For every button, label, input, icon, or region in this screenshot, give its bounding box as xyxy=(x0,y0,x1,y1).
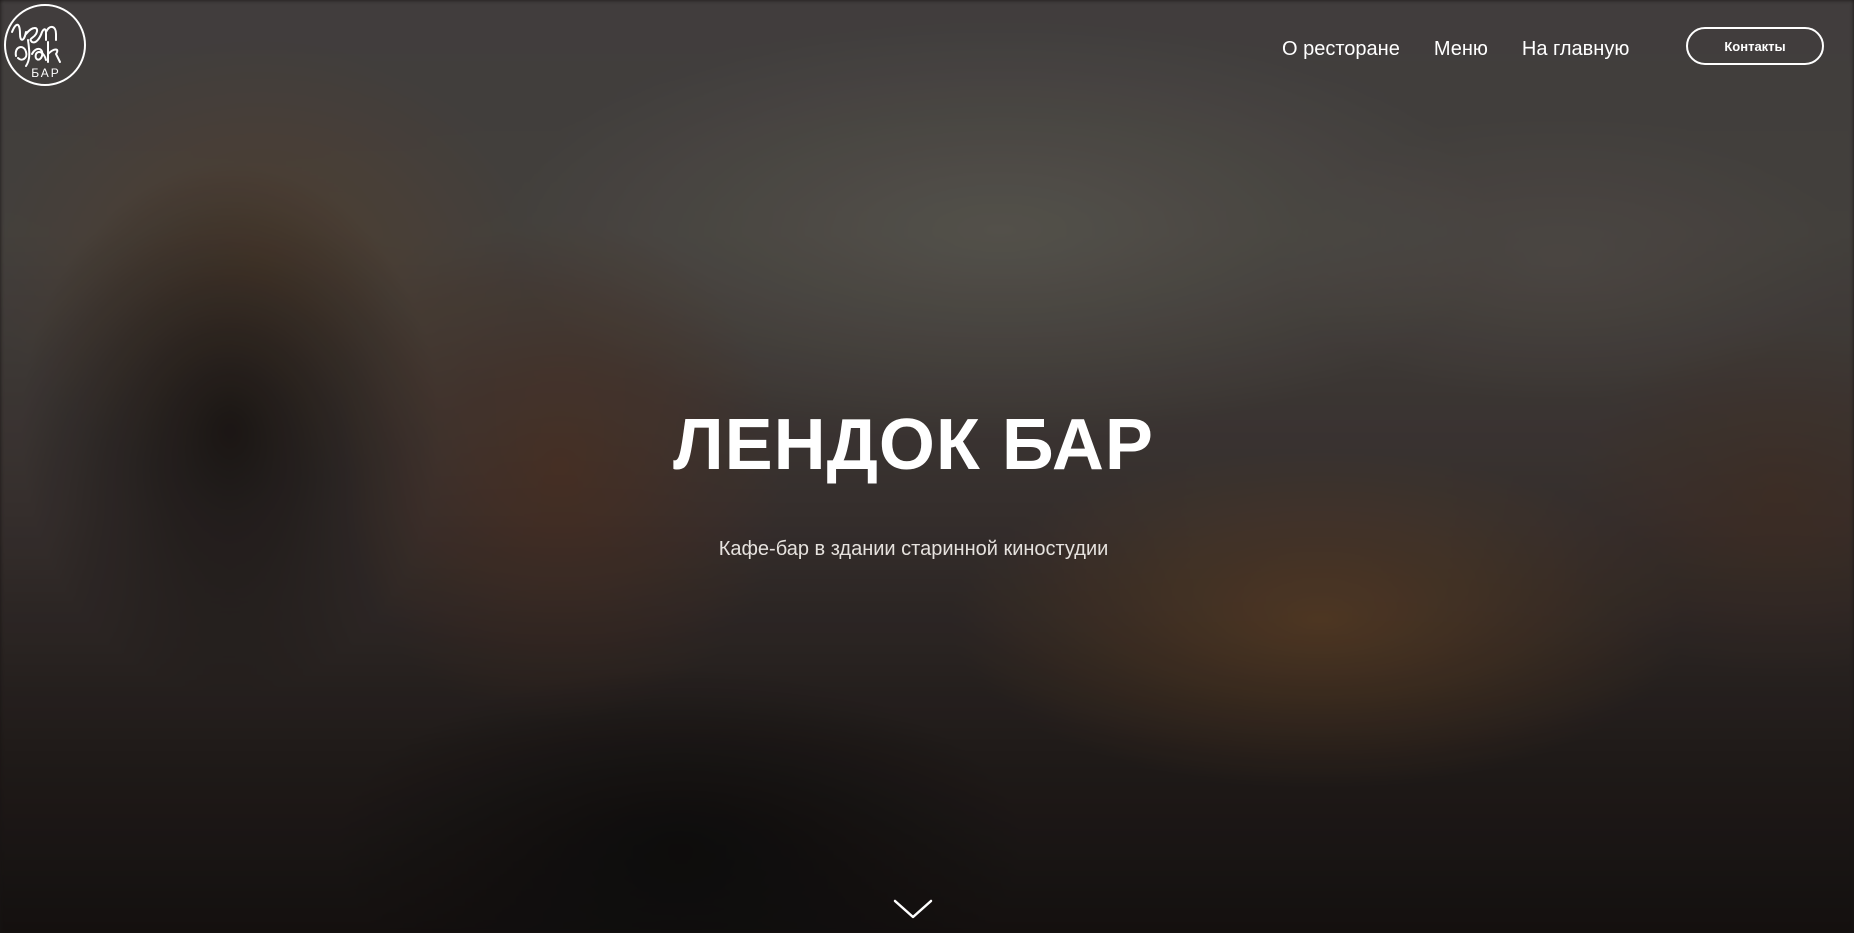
main-nav: О ресторане Меню На главную xyxy=(1282,35,1629,63)
nav-item-menu[interactable]: Меню xyxy=(1434,35,1488,63)
logo-subtext: БАР xyxy=(31,66,61,80)
chevron-down-icon[interactable] xyxy=(893,898,933,920)
nav-item-home[interactable]: На главную xyxy=(1522,35,1629,63)
logo[interactable]: БАР xyxy=(2,2,88,88)
contacts-button[interactable]: Контакты xyxy=(1686,27,1824,65)
hero-title: ЛЕНДОК БАР xyxy=(673,405,1154,485)
nav-item-about[interactable]: О ресторане xyxy=(1282,35,1400,63)
landing-page: БАР О ресторане Меню На главную Контакты… xyxy=(0,0,1854,933)
hero-subtitle: Кафе-бар в здании старинной киностудии xyxy=(718,538,1109,560)
